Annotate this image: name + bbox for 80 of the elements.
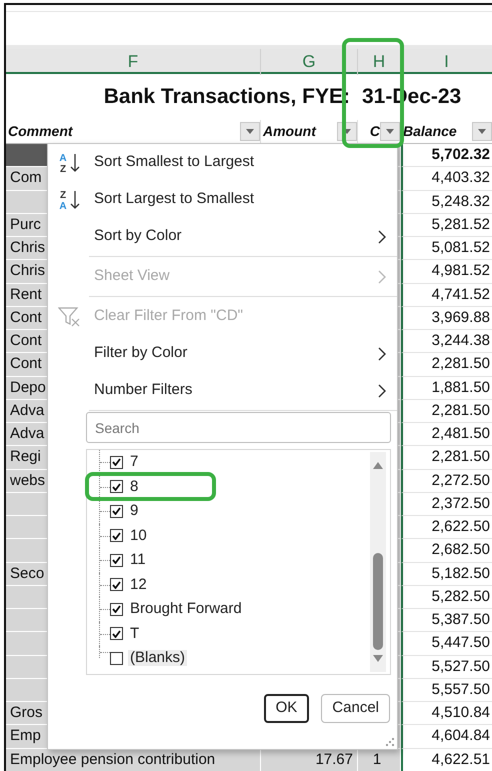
filter-dropdown-button[interactable]: [472, 122, 492, 141]
checkbox-label[interactable]: T: [128, 626, 142, 642]
table-cell: 2,682.50: [401, 539, 492, 562]
table-cell: 5,248.32: [401, 190, 492, 214]
column-header[interactable]: H: [358, 49, 401, 74]
table-cell: 4,741.52: [401, 284, 492, 307]
table-cell: 4,510.84: [401, 702, 492, 726]
caret-icon[interactable]: [246, 129, 254, 134]
table-cell: 2,622.50: [401, 516, 492, 540]
column-header[interactable]: G: [261, 49, 358, 74]
checkbox[interactable]: [110, 602, 123, 616]
caret-icon[interactable]: [478, 129, 486, 134]
check-icon: [112, 482, 121, 491]
table-cell: 2,272.50: [401, 470, 492, 493]
table-cell: 4,981.52: [401, 260, 492, 284]
checkbox-label[interactable]: 10: [128, 528, 149, 544]
checkbox[interactable]: [110, 529, 123, 542]
check-icon: [112, 532, 121, 540]
chevron-right-icon: [377, 270, 387, 284]
clear-filter-icon: [58, 306, 82, 328]
check-icon: [112, 580, 121, 589]
table-cell: 1: [358, 748, 401, 771]
table-cell: 5,282.50: [401, 586, 492, 609]
checkbox[interactable]: [110, 578, 123, 592]
table-cell: 3,244.38: [401, 330, 492, 354]
column-label: Balance: [403, 122, 457, 141]
cancel-button[interactable]: Cancel: [321, 694, 390, 723]
checkbox[interactable]: [110, 504, 123, 518]
checkbox-label[interactable]: Brought Forward: [128, 601, 244, 618]
column-label: Amount: [263, 122, 316, 141]
table-cell: 1,881.50: [401, 376, 492, 400]
table-cell: 5,182.50: [401, 562, 492, 586]
table-cell: 5,702.32: [401, 144, 492, 168]
chevron-right-icon: [377, 384, 387, 398]
checkbox[interactable]: [110, 627, 123, 640]
column-label: Comment: [8, 122, 73, 141]
table-cell: 4,604.84: [401, 725, 492, 748]
check-icon: [112, 458, 121, 466]
search-field[interactable]: Search: [86, 412, 391, 443]
table-cell: 5,527.50: [401, 656, 492, 679]
check-icon: [112, 605, 121, 614]
table-cell: 5,447.50: [401, 632, 492, 656]
column-label: C: [370, 122, 380, 141]
table-cell: 5,081.52: [401, 237, 492, 260]
filter-dropdown-button[interactable]: [380, 122, 400, 141]
check-icon: [112, 507, 121, 516]
filter-dropdown-button[interactable]: [240, 122, 260, 141]
check-icon: [112, 556, 121, 564]
caret-icon[interactable]: [343, 129, 351, 134]
resize-grip-icon[interactable]: [385, 737, 395, 747]
chevron-right-icon: [377, 346, 387, 360]
caret-icon[interactable]: [386, 129, 394, 134]
table-cell: 5,557.50: [401, 678, 492, 702]
table-cell: 5,387.50: [401, 609, 492, 632]
table-cell: Employee pension contribution: [6, 748, 261, 771]
column-header[interactable]: F: [6, 49, 261, 74]
table-cell: 2,281.50: [401, 400, 492, 423]
table-cell: 5,281.52: [401, 214, 492, 237]
table-cell: 2,281.50: [401, 446, 492, 470]
chevron-right-icon: [377, 230, 387, 244]
column-header[interactable]: I: [401, 49, 492, 74]
table-cell: 4,622.51: [401, 748, 492, 771]
checkbox[interactable]: [110, 480, 123, 494]
checkbox-label[interactable]: 9: [128, 503, 140, 520]
table-cell: 2,281.50: [401, 353, 492, 376]
checkbox-label[interactable]: 8: [128, 478, 140, 495]
table-cell: 2,372.50: [401, 492, 492, 516]
checkbox-label[interactable]: (Blanks): [128, 650, 188, 666]
checkbox-label[interactable]: 7: [128, 454, 140, 470]
check-icon: [112, 630, 121, 638]
table-cell: 2,481.50: [401, 423, 492, 446]
scrollbar[interactable]: [370, 452, 386, 672]
table-cell: 3,969.88: [401, 306, 492, 330]
checkbox[interactable]: [110, 554, 123, 567]
ok-button[interactable]: OK: [264, 694, 310, 723]
table-cell: 17.67: [261, 748, 358, 771]
checkbox[interactable]: [110, 456, 123, 469]
table-cell: 4,403.32: [401, 167, 492, 190]
scroll-thumb[interactable]: [373, 553, 383, 650]
checkbox[interactable]: [110, 652, 123, 665]
